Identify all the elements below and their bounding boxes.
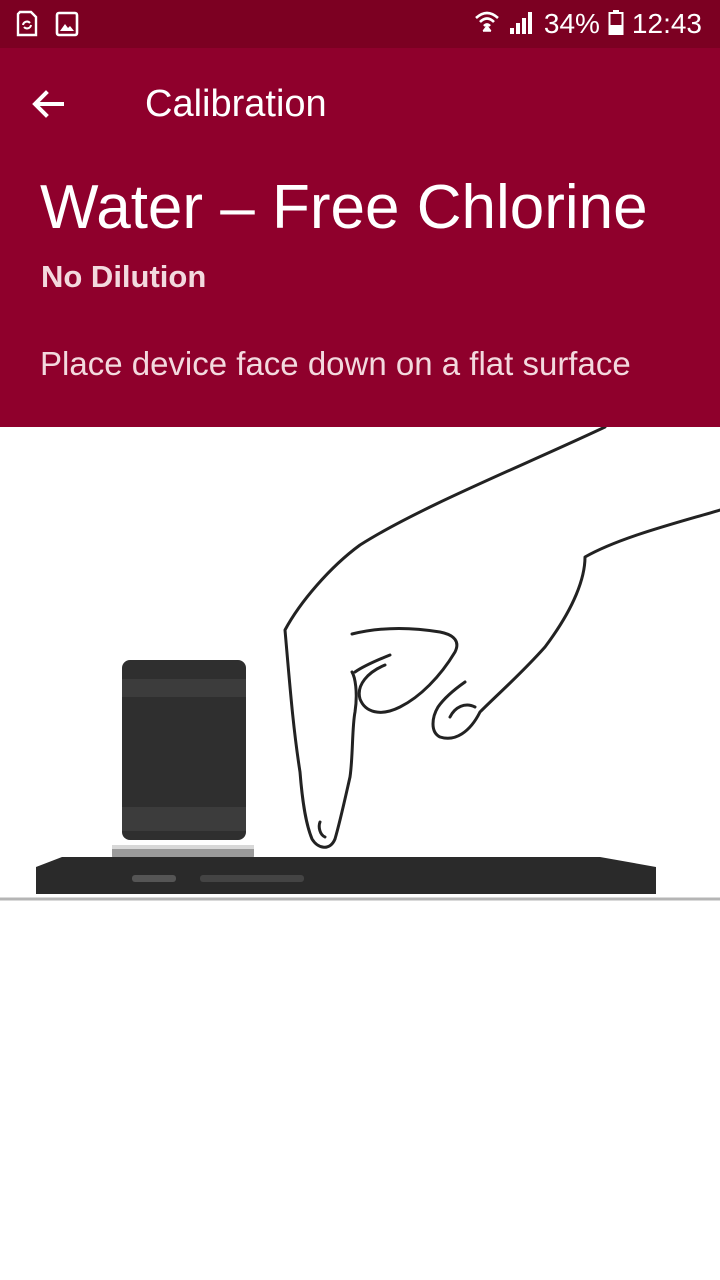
phone-device <box>36 857 656 894</box>
sync-doc-icon <box>14 10 40 43</box>
dilution-label: No Dilution <box>41 259 207 294</box>
test-name: Water – Free Chlorine <box>40 173 648 242</box>
battery-level: 34% <box>543 8 600 39</box>
app-bar: Calibration Water – Free Chlorine No Dil… <box>0 48 720 427</box>
lens-attachment <box>112 660 254 859</box>
hand-illustration <box>283 427 720 849</box>
signal-icon <box>508 8 536 41</box>
device-placement-illustration <box>0 427 720 901</box>
back-button[interactable] <box>24 80 72 128</box>
instruction-text: Place device face down on a flat surface <box>40 345 631 382</box>
arrow-left-icon <box>32 90 64 118</box>
wifi-icon <box>474 8 500 41</box>
toolbar-title: Calibration <box>145 83 327 125</box>
battery-icon <box>608 8 624 41</box>
status-bar: 34% 12:43 <box>0 0 720 48</box>
clock: 12:43 <box>631 8 702 39</box>
image-icon <box>54 10 80 43</box>
